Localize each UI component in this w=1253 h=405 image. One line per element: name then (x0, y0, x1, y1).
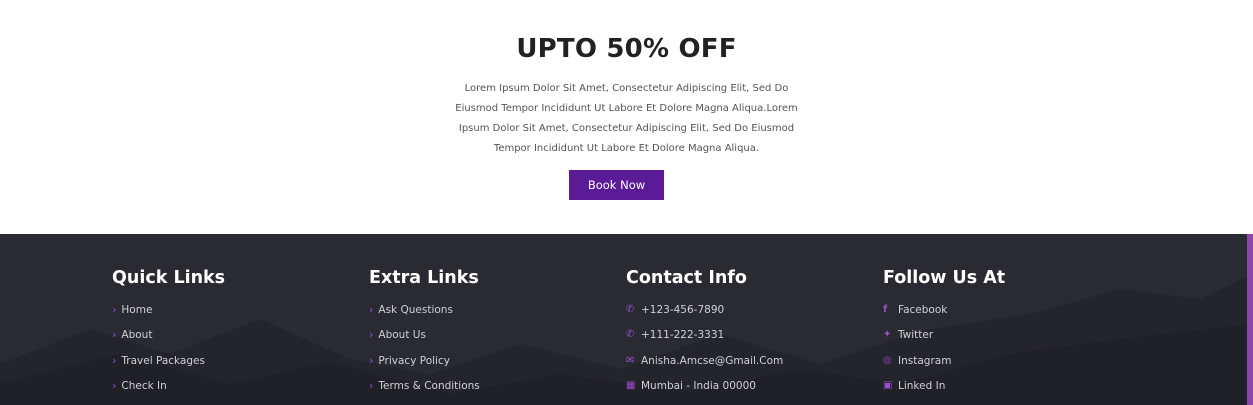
phone-icon: ✆ (626, 329, 635, 341)
footer-link-terms-conditions[interactable]: › Terms & Conditions (369, 379, 480, 404)
contact-phone-2[interactable]: ✆ +111-222-3331 (626, 328, 783, 353)
follow-us-column: Follow Us At f Facebook ✦ Twitter ◎ Instagr… (883, 268, 1005, 404)
footer-link-privacy-policy[interactable]: › Privacy Policy (369, 354, 480, 379)
promo-description: Lorem Ipsum Dolor Sit Amet, Consectetur … (455, 83, 798, 154)
social-link-facebook[interactable]: f Facebook (883, 303, 1005, 328)
footer-link-about[interactable]: › About (112, 328, 225, 353)
instagram-icon: ◎ (883, 354, 892, 366)
social-link-twitter[interactable]: ✦ Twitter (883, 328, 1005, 353)
facebook-icon: f (883, 304, 888, 315)
promo-section: UPTO 50% OFF Lorem Ipsum Dolor Sit Amet,… (0, 0, 1253, 234)
chevron-right-icon: › (112, 378, 117, 392)
footer-link-ask-questions[interactable]: › Ask Questions (369, 303, 480, 328)
chevron-right-icon: › (112, 328, 117, 342)
quick-links-title: Quick Links (112, 268, 226, 288)
social-link-linkedin[interactable]: ▣ Linked In (883, 379, 1005, 404)
contact-phone-1[interactable]: ✆ +123-456-7890 (626, 303, 783, 328)
footer: Quick Links › Home › About › Travel Package… (0, 234, 1253, 405)
contact-address[interactable]: ▦ Mumbai - India 00000 (626, 379, 783, 404)
twitter-icon: ✦ (883, 329, 892, 341)
chevron-right-icon: › (369, 378, 374, 392)
contact-info-title: Contact Info (626, 268, 747, 288)
quick-links-column: Quick Links › Home › About › Travel Package… (112, 268, 225, 404)
chevron-right-icon: › (112, 303, 117, 316)
book-now-button[interactable]: Book Now (569, 170, 664, 200)
follow-us-title: Follow Us At (883, 268, 1006, 288)
promo-title: UPTO 50% OFF (516, 34, 737, 64)
chevron-right-icon: › (369, 328, 374, 342)
map-icon: ▦ (626, 379, 636, 391)
footer-link-check-in[interactable]: › Check In (112, 379, 225, 404)
chevron-right-icon: › (369, 353, 374, 367)
footer-link-about-us[interactable]: › About Us (369, 328, 480, 353)
footer-link-travel-packages[interactable]: › Travel Packages (112, 354, 225, 379)
envelope-icon: ✉ (626, 354, 635, 366)
linkedin-icon: ▣ (883, 379, 893, 391)
footer-link-home[interactable]: › Home (112, 303, 225, 328)
scroll-edge-bar (1247, 234, 1253, 405)
chevron-right-icon: › (369, 303, 374, 316)
contact-email[interactable]: ✉ Anisha.Amcse@Gmail.Com (626, 354, 783, 379)
extra-links-column: Extra Links › Ask Questions › About Us › Pr… (369, 268, 480, 404)
contact-info-column: Contact Info ✆ +123-456-7890 ✆ +111-222-33… (626, 268, 783, 404)
extra-links-title: Extra Links (369, 268, 479, 288)
phone-icon: ✆ (626, 304, 635, 315)
chevron-right-icon: › (112, 353, 117, 367)
social-link-instagram[interactable]: ◎ Instagram (883, 354, 1005, 379)
